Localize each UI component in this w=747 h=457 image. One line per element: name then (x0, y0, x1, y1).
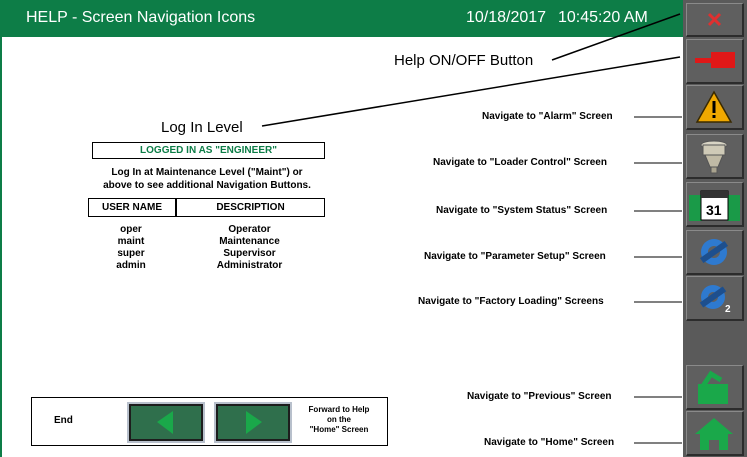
help-forward-button[interactable] (214, 402, 292, 443)
column-header-description: DESCRIPTION (176, 198, 325, 217)
factory-loading-callout: Navigate to "Factory Loading" Screens (418, 296, 604, 307)
user-name-cell: super (117, 248, 145, 259)
parameter-setup-button[interactable] (686, 230, 744, 275)
login-note-line1: Log In at Maintenance Level ("Maint") or (111, 167, 303, 178)
user-description-cell: Supervisor (223, 248, 276, 259)
arrow-left-icon (157, 411, 173, 434)
home-button[interactable] (686, 411, 744, 456)
system-status-button[interactable]: 31 (686, 182, 744, 227)
user-description-cell: Administrator (216, 260, 283, 271)
navigation-sidebar: 31 2 (683, 0, 747, 457)
home-icon (695, 418, 733, 450)
forward-description: Forward to Help on the "Home" Screen (294, 405, 384, 435)
user-description-cell: Maintenance (219, 236, 280, 247)
close-icon (707, 12, 722, 27)
loader-control-callout: Navigate to "Loader Control" Screen (433, 157, 607, 168)
previous-screen-callout: Navigate to "Previous" Screen (467, 391, 612, 402)
end-label: End (54, 415, 73, 426)
parameter-setup-icon (699, 239, 729, 265)
system-status-icon: 31 (689, 190, 740, 221)
system-status-callout: Navigate to "System Status" Screen (436, 205, 608, 216)
help-toggle-button[interactable] (686, 39, 744, 84)
previous-screen-button[interactable] (686, 365, 744, 410)
factory-loading-button[interactable]: 2 (686, 276, 744, 321)
login-note-line2: above to see additional Navigation Butto… (103, 180, 311, 191)
help-button-callout: Help ON/OFF Button (394, 52, 534, 69)
close-button[interactable] (686, 3, 744, 37)
forward-description-line1: Forward to Help (308, 405, 370, 414)
home-screen-callout: Navigate to "Home" Screen (484, 437, 615, 448)
user-name-cell: oper (120, 224, 142, 235)
forward-description-line2: on the (327, 415, 351, 424)
help-icon (695, 52, 735, 68)
parameter-setup-callout: Navigate to "Parameter Setup" Screen (424, 251, 606, 262)
login-note: Log In at Maintenance Level ("Maint") or… (72, 166, 342, 192)
login-status-badge: LOGGED IN AS "ENGINEER" (92, 142, 325, 159)
help-navigation-panel: End Forward to Help on the "Home" Screen (31, 397, 388, 446)
alarm-icon (695, 90, 733, 123)
forward-description-line3: "Home" Screen (309, 425, 369, 434)
alarm-button[interactable] (686, 85, 744, 130)
alarm-callout: Navigate to "Alarm" Screen (482, 111, 613, 122)
svg-text:2: 2 (725, 304, 731, 315)
arrow-right-icon (246, 411, 262, 434)
previous-screen-icon (698, 370, 728, 404)
calendar-day: 31 (706, 202, 722, 218)
loader-control-button[interactable] (686, 134, 744, 179)
login-level-callout: Log In Level (161, 119, 243, 136)
column-header-user-name: USER NAME (88, 198, 176, 217)
user-description-cell: Operator (228, 224, 271, 235)
factory-loading-icon: 2 (699, 285, 731, 315)
loader-icon (700, 140, 728, 174)
user-name-cell: maint (117, 236, 145, 247)
help-back-button[interactable] (127, 402, 205, 443)
user-name-cell: admin (116, 260, 146, 271)
